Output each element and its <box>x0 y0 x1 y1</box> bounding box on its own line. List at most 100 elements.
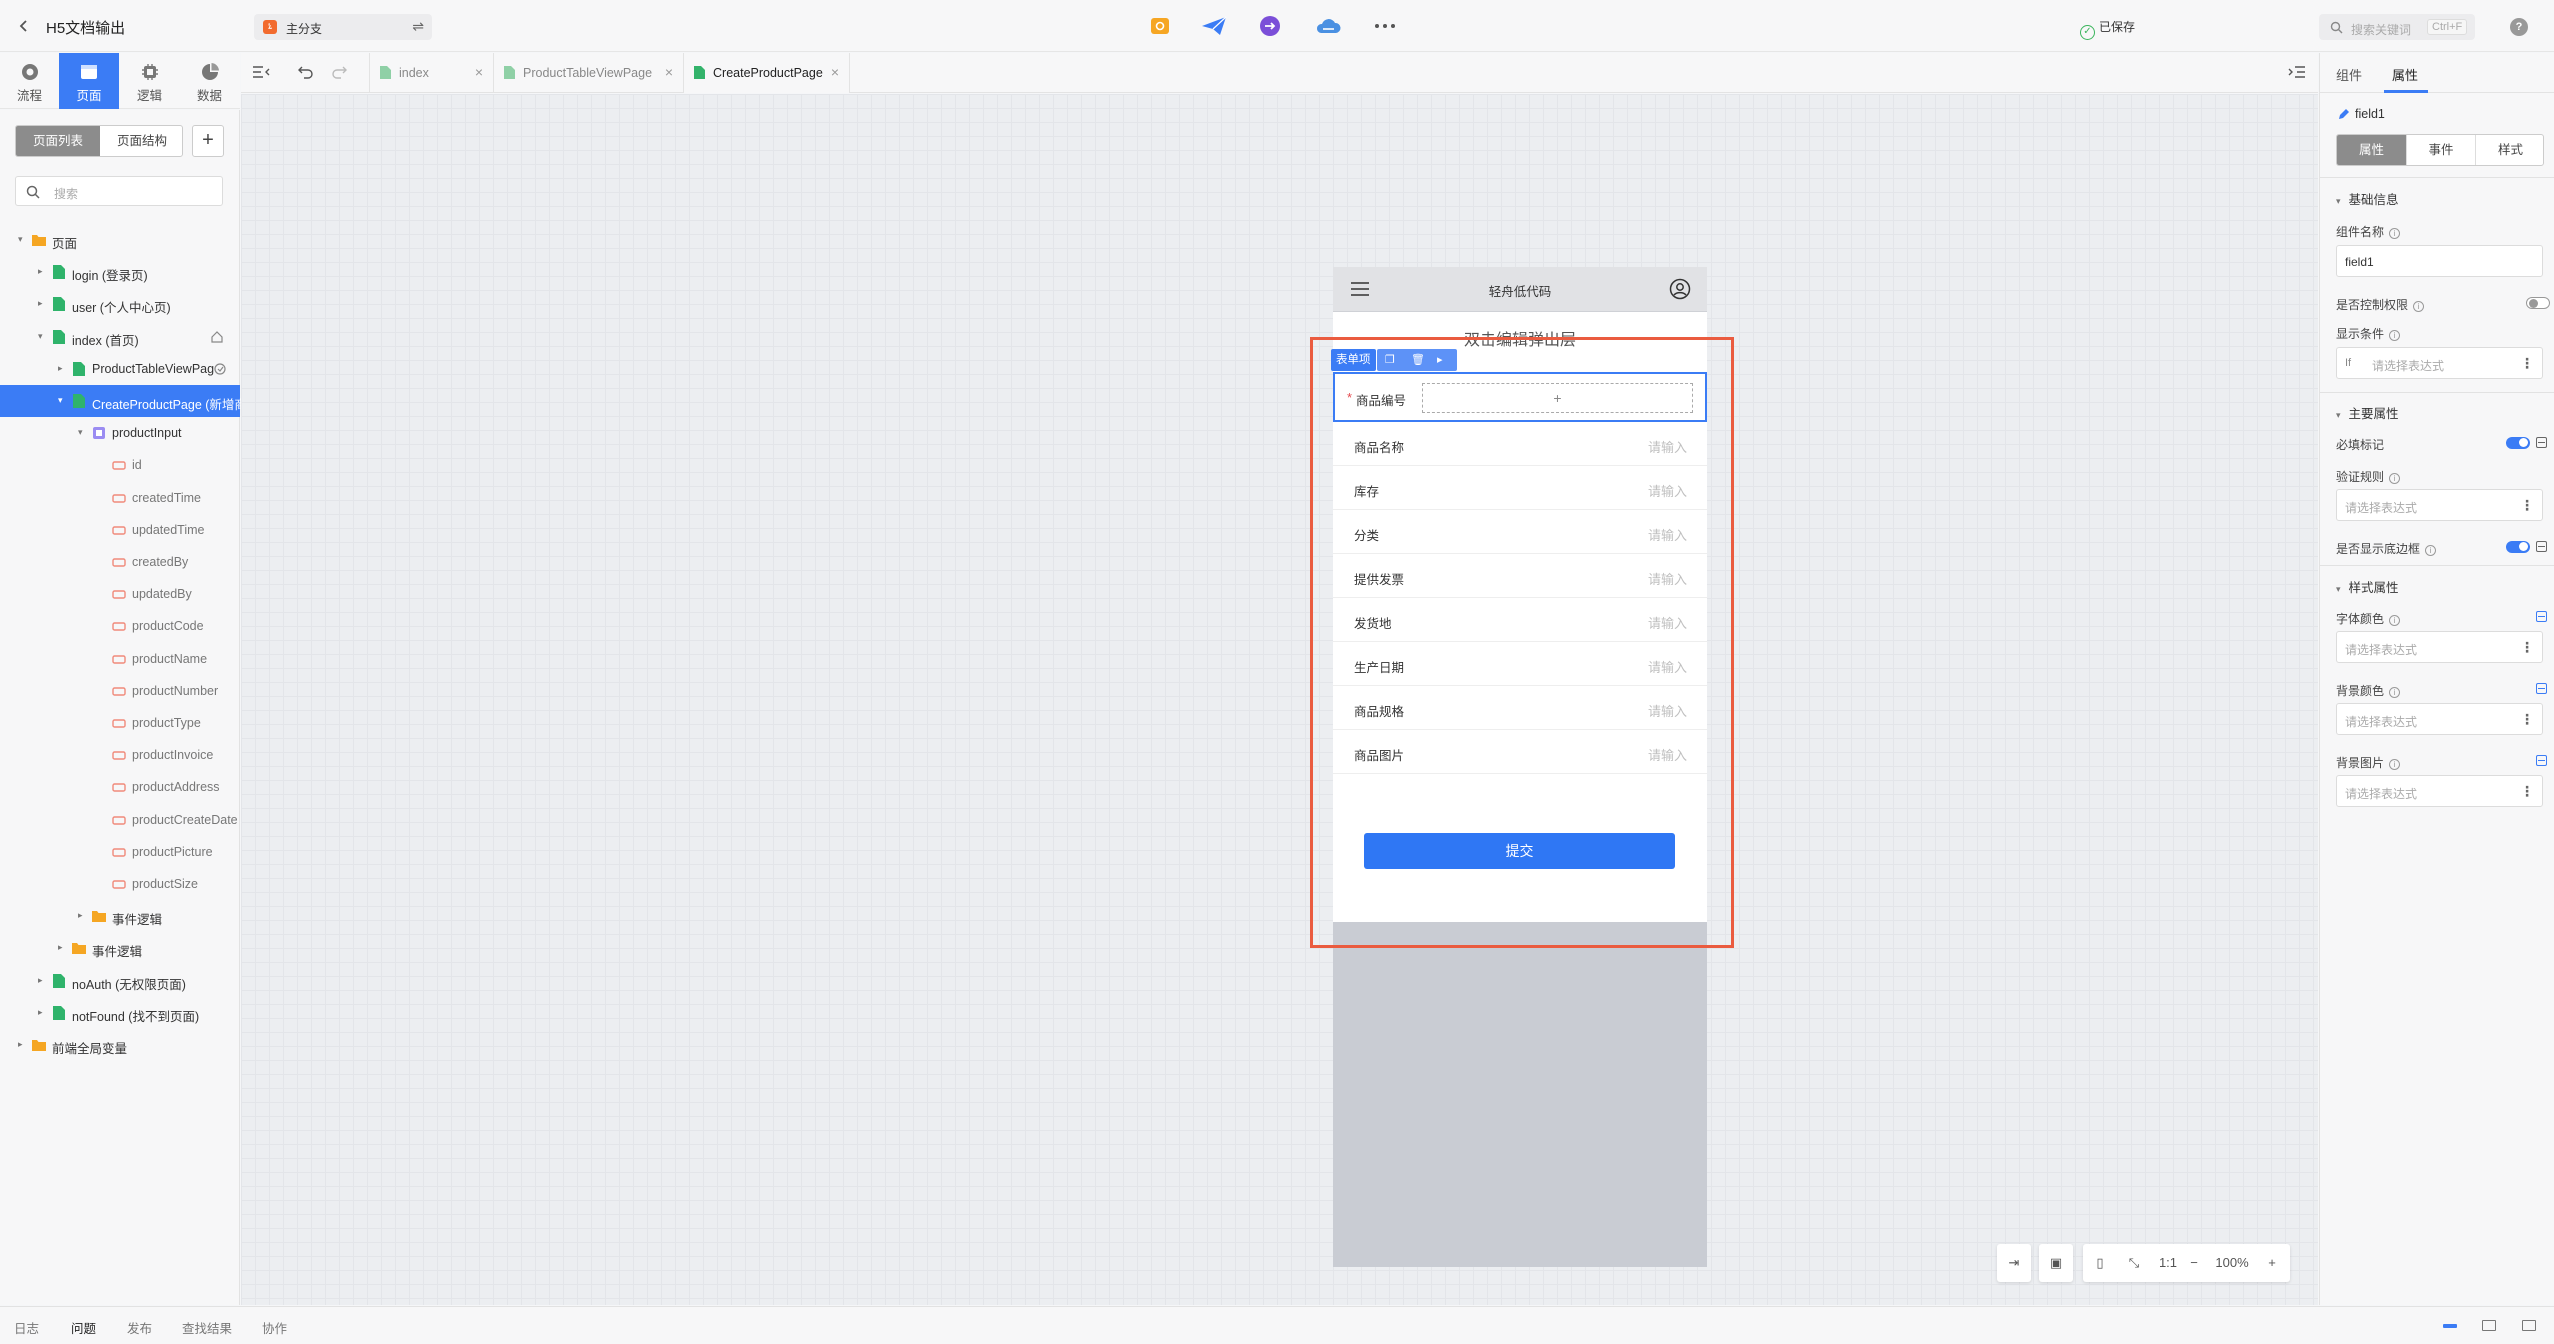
tree-item-folder[interactable]: ▾ 页面 <box>0 224 240 256</box>
popup-dialog[interactable]: 双击编辑弹出层 * 商品编号 + 表单项 ❐ 🗑 ▸ 商品名称 请输入 库存 请输入分… <box>1331 312 1707 922</box>
tree-item-page[interactable]: ▾ index (首页) <box>0 321 240 353</box>
bg-image-input[interactable]: 请选择表达式 ⋮ <box>2336 775 2543 807</box>
tab-publish[interactable]: 发布 <box>127 1318 152 1337</box>
tab-problems[interactable]: 问题 <box>71 1318 96 1337</box>
close-icon[interactable]: × <box>475 64 483 80</box>
chevron-right-icon[interactable]: ▸ <box>38 1007 48 1019</box>
form-item[interactable]: 库存 请输入 <box>1333 466 1707 510</box>
form-item[interactable]: 分类 请输入 <box>1333 510 1707 554</box>
required-toggle[interactable] <box>2506 437 2530 449</box>
chevron-right-icon[interactable]: ▸ <box>18 1039 28 1051</box>
delete-icon[interactable]: 🗑 <box>1411 353 1425 366</box>
tab-attributes[interactable]: 属性 <box>2337 135 2407 165</box>
tab-styles[interactable]: 样式 <box>2476 135 2543 165</box>
bind-expression-icon[interactable] <box>2536 437 2547 448</box>
tree-item-field[interactable]: id <box>0 449 240 481</box>
tab-createproductpage[interactable]: CreateProductPage × <box>684 53 850 93</box>
tab-page-list[interactable]: 页面列表 <box>16 126 100 156</box>
chevron-right-icon[interactable]: ▸ <box>38 298 48 310</box>
tree-item-page[interactable]: ▾ CreateProductPage (新增商 <box>0 385 247 417</box>
expand-right-panel-icon[interactable] <box>2287 63 2307 81</box>
phone-mode-icon[interactable]: ▯ <box>2083 1244 2117 1282</box>
component-name-input[interactable]: field1 <box>2336 245 2543 277</box>
more-vertical-icon[interactable]: ⋮ <box>2520 783 2534 800</box>
tab-page-structure[interactable]: 页面结构 <box>100 126 182 156</box>
layout-full-icon[interactable] <box>2522 1320 2536 1331</box>
bind-expression-icon[interactable] <box>2536 541 2547 552</box>
more-icon[interactable] <box>1372 15 1398 37</box>
tree-item-folder[interactable]: ▸ 前端全局变量 <box>0 1029 240 1061</box>
chevron-right-icon[interactable]: ▸ <box>58 942 68 954</box>
rules-input[interactable]: 请选择表达式 ⋮ <box>2336 489 2543 521</box>
field-placeholder[interactable]: 请输入 <box>1648 569 1687 588</box>
tree-item-page[interactable]: ▸ ProductTableViewPag <box>0 353 240 385</box>
chevron-right-icon[interactable]: ▸ <box>78 910 88 922</box>
tree-item-field[interactable]: productType <box>0 707 240 739</box>
info-icon[interactable]: i <box>2389 687 2401 698</box>
back-arrow-icon[interactable] <box>14 16 34 36</box>
chevron-right-icon[interactable]: ▸ <box>58 363 68 375</box>
tab-index[interactable]: index × <box>369 53 494 93</box>
layout-split-icon[interactable] <box>2482 1320 2496 1331</box>
tab-log[interactable]: 日志 <box>14 1318 39 1337</box>
chevron-down-icon[interactable]: ▾ <box>38 331 48 343</box>
tree-item-field[interactable]: productSize <box>0 868 240 900</box>
chevron-down-icon[interactable]: ▾ <box>18 234 28 246</box>
submit-button[interactable]: 提交 <box>1364 833 1675 869</box>
chevron-down-icon[interactable]: ▾ <box>58 395 68 407</box>
layout-bottom-icon[interactable] <box>2443 1324 2457 1328</box>
jump-icon[interactable]: ⇥ <box>1997 1244 2031 1282</box>
zoom-in-button[interactable]: + <box>2258 1244 2286 1282</box>
preview-icon[interactable] <box>1148 15 1172 37</box>
tree-item-page[interactable]: ▸ user (个人中心页) <box>0 288 240 320</box>
design-canvas[interactable]: 轻舟低代码 双击编辑弹出层 * 商品编号 + 表单项 ❐ 🗑 ▸ 商品名称 请输入… <box>241 94 2318 1305</box>
info-icon[interactable]: i <box>2389 473 2401 484</box>
more-vertical-icon[interactable]: ⋮ <box>2520 497 2534 514</box>
tree-item-field[interactable]: createdTime <box>0 482 240 514</box>
field-placeholder[interactable]: 请输入 <box>1648 613 1687 632</box>
form-item[interactable]: 发货地 请输入 <box>1333 598 1707 642</box>
form-item[interactable]: 生产日期 请输入 <box>1333 642 1707 686</box>
tab-events[interactable]: 事件 <box>2407 135 2476 165</box>
chevron-right-icon[interactable]: ▸ <box>38 266 48 278</box>
tree-item-field[interactable]: productCreateDate <box>0 804 240 836</box>
tree-item-folder[interactable]: ▸ 事件逻辑 <box>0 900 240 932</box>
more-vertical-icon[interactable]: ⋮ <box>2520 711 2534 728</box>
nav-tab-data[interactable]: 数据 <box>180 53 239 109</box>
tree-item-field[interactable]: productAddress <box>0 771 240 803</box>
permission-toggle[interactable] <box>2526 297 2550 309</box>
tab-properties[interactable]: 属性 <box>2392 65 2418 84</box>
copy-icon[interactable]: ❐ <box>1385 353 1395 366</box>
field-placeholder[interactable]: 请输入 <box>1648 745 1687 764</box>
more-vertical-icon[interactable]: ⋮ <box>2520 639 2534 656</box>
tab-find-results[interactable]: 查找结果 <box>182 1318 232 1337</box>
border-toggle[interactable] <box>2506 541 2530 553</box>
page-search-input[interactable]: 搜索 <box>15 176 223 206</box>
form-item-selected[interactable]: * 商品编号 + <box>1333 372 1707 422</box>
field-placeholder[interactable]: 请输入 <box>1648 525 1687 544</box>
bind-expression-icon[interactable] <box>2536 611 2547 622</box>
tree-item-field[interactable]: updatedBy <box>0 578 240 610</box>
branch-selector[interactable]: ኒ 主分支 ⇌ <box>254 14 432 40</box>
field-placeholder[interactable]: 请输入 <box>1648 481 1687 500</box>
global-search-input[interactable]: 搜索关键词 Ctrl+F <box>2319 14 2475 40</box>
bind-expression-icon[interactable] <box>2536 755 2547 766</box>
font-color-input[interactable]: 请选择表达式 ⋮ <box>2336 631 2543 663</box>
tree-item-field[interactable]: productCode <box>0 610 240 642</box>
tree-item-field[interactable]: createdBy <box>0 546 240 578</box>
section-basic[interactable]: ▾ 基础信息 <box>2336 189 2399 208</box>
help-icon[interactable]: ? <box>2510 18 2528 36</box>
info-icon[interactable]: i <box>2425 545 2437 556</box>
tree-item-folder[interactable]: ▸ 事件逻辑 <box>0 932 240 964</box>
form-item[interactable]: 商品名称 请输入 <box>1333 422 1707 466</box>
more-actions-icon[interactable]: ▸ <box>1437 353 1443 366</box>
redo-icon[interactable] <box>329 63 349 81</box>
nav-tab-logic[interactable]: 逻辑 <box>120 53 179 109</box>
add-page-button[interactable]: + <box>192 125 224 157</box>
nav-tab-page[interactable]: 页面 <box>59 53 119 109</box>
device-icon[interactable]: ▣ <box>2039 1244 2073 1282</box>
tree-item-field[interactable]: productNumber <box>0 675 240 707</box>
section-style[interactable]: ▾ 样式属性 <box>2336 577 2399 596</box>
ratio-button[interactable]: 1:1 <box>2151 1244 2185 1282</box>
swap-icon[interactable]: ⇌ <box>412 18 424 35</box>
